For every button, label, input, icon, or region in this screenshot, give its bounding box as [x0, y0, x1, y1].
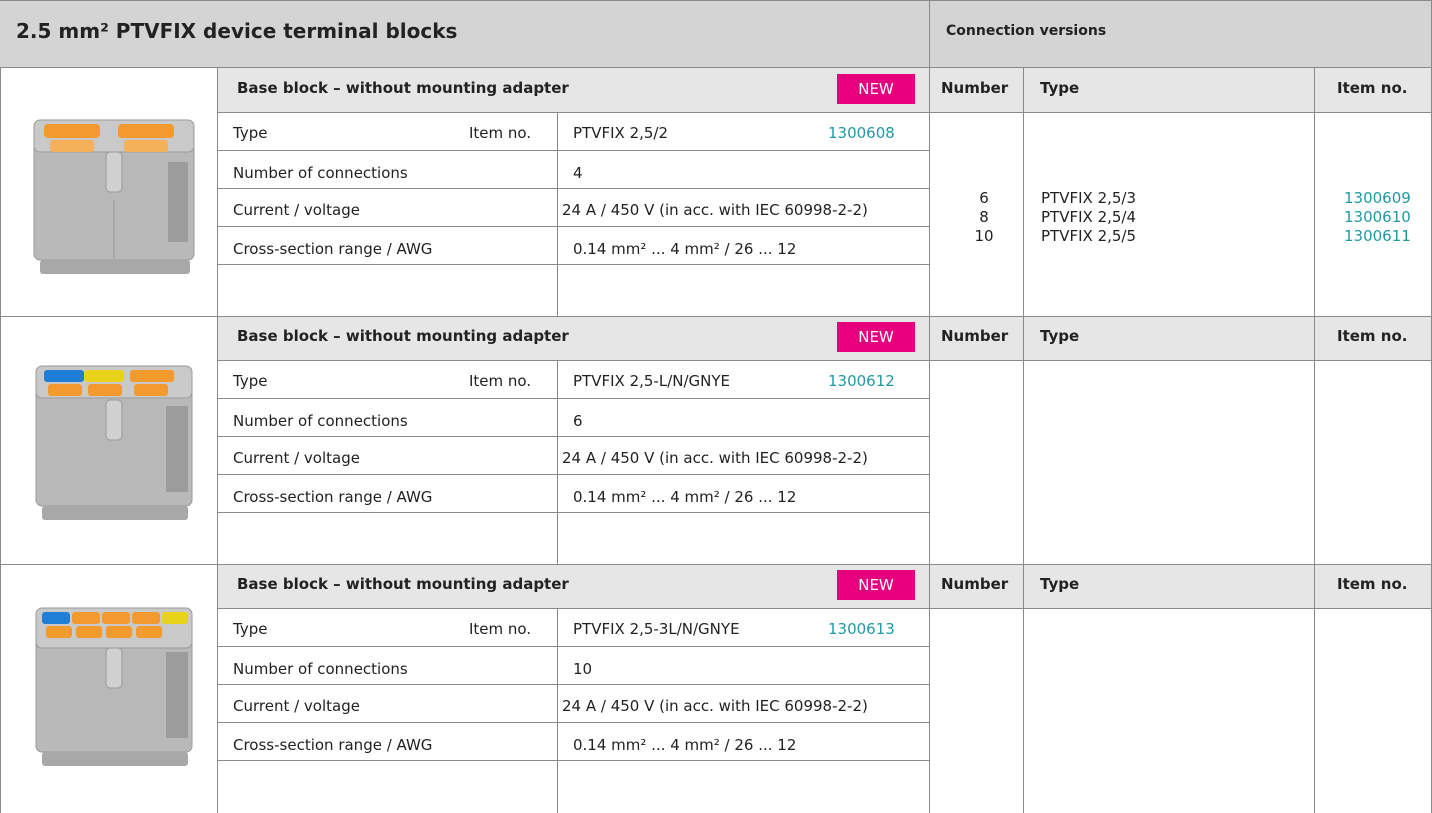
- grid-line: [217, 608, 929, 609]
- item-no-label: Item no.: [469, 372, 532, 390]
- type-label: Type: [233, 620, 268, 638]
- grid-line: [929, 360, 1432, 361]
- version-type-1: PTVFIX 2,5/3: [1041, 189, 1137, 207]
- terminal-block-image-2: [20, 336, 208, 536]
- product-section-2: Base block – without mounting adapter NE…: [0, 316, 1432, 564]
- type-value: PTVFIX 2,5/2: [573, 124, 669, 142]
- grid-line: [217, 684, 929, 685]
- connection-versions-title: Connection versions: [946, 23, 1107, 39]
- grid-line: [557, 608, 558, 813]
- grid-line: [217, 436, 929, 437]
- current-voltage-label: Current / voltage: [233, 449, 360, 467]
- terminal-block-image-3: [20, 582, 208, 782]
- cross-section-label: Cross-section range / AWG: [233, 240, 433, 258]
- current-voltage-label: Current / voltage: [233, 201, 360, 219]
- block-header: Base block – without mounting adapter: [237, 79, 569, 97]
- grid-line: [1023, 68, 1024, 813]
- versions-header-band: Number Type Item no.: [929, 316, 1432, 360]
- grid-line: [217, 112, 929, 113]
- product-section-1: Base block – without mounting adapter NE…: [0, 68, 1432, 316]
- cross-section-label: Cross-section range / AWG: [233, 488, 433, 506]
- current-voltage-value: 24 A / 450 V (in acc. with IEC 60998-2-2…: [562, 201, 868, 219]
- col-number-header: Number: [941, 79, 1009, 97]
- grid-line: [929, 0, 930, 813]
- grid-line: [0, 564, 1432, 565]
- connections-label: Number of connections: [233, 164, 408, 182]
- new-badge: NEW: [837, 322, 915, 352]
- block-header-band: Base block – without mounting adapter NE…: [217, 564, 929, 608]
- grid-line: [557, 112, 558, 317]
- version-number-1: 6: [979, 189, 989, 207]
- connection-versions-header: Connection versions: [929, 0, 1432, 68]
- cross-section-value: 0.14 mm² ... 4 mm² / 26 ... 12: [573, 488, 797, 506]
- grid-line: [217, 646, 929, 647]
- version-item-link-1[interactable]: 1300609: [1344, 189, 1411, 207]
- block-header: Base block – without mounting adapter: [237, 575, 569, 593]
- type-label: Type: [233, 124, 268, 142]
- version-number-3: 10: [974, 227, 994, 245]
- version-type-2: PTVFIX 2,5/4: [1041, 208, 1137, 226]
- grid-line: [929, 608, 1432, 609]
- connections-value: 4: [573, 164, 583, 182]
- current-voltage-value: 24 A / 450 V (in acc. with IEC 60998-2-2…: [562, 697, 868, 715]
- grid-line: [217, 150, 929, 151]
- col-type-header: Type: [1040, 327, 1080, 345]
- col-number-header: Number: [941, 575, 1009, 593]
- grid-line: [217, 188, 929, 189]
- new-badge: NEW: [837, 74, 915, 104]
- grid-line: [217, 512, 929, 513]
- type-value: PTVFIX 2,5-L/N/GNYE: [573, 372, 731, 390]
- grid-line: [0, 68, 1, 813]
- item-no-link[interactable]: 1300613: [828, 620, 895, 638]
- col-item-no-header: Item no.: [1337, 79, 1408, 97]
- connections-label: Number of connections: [233, 660, 408, 678]
- cross-section-value: 0.14 mm² ... 4 mm² / 26 ... 12: [573, 736, 797, 754]
- grid-line: [557, 360, 558, 565]
- block-header: Base block – without mounting adapter: [237, 327, 569, 345]
- terminal-block-image-1: [20, 90, 208, 290]
- grid-line: [217, 474, 929, 475]
- grid-line: [217, 360, 929, 361]
- grid-line: [929, 112, 1432, 113]
- grid-line: [0, 316, 1432, 317]
- grid-line: [217, 264, 929, 265]
- grid-line: [217, 68, 218, 813]
- page-header: 2.5 mm² PTVFIX device terminal blocks: [0, 0, 929, 68]
- current-voltage-value: 24 A / 450 V (in acc. with IEC 60998-2-2…: [562, 449, 868, 467]
- type-value: PTVFIX 2,5-3L/N/GNYE: [573, 620, 740, 638]
- connections-value: 6: [573, 412, 583, 430]
- item-no-link[interactable]: 1300608: [828, 124, 895, 142]
- col-number-header: Number: [941, 327, 1009, 345]
- page-title: 2.5 mm² PTVFIX device terminal blocks: [16, 19, 458, 43]
- current-voltage-label: Current / voltage: [233, 697, 360, 715]
- version-item-link-2[interactable]: 1300610: [1344, 208, 1411, 226]
- block-header-band: Base block – without mounting adapter NE…: [217, 316, 929, 360]
- versions-header-band: Number Type Item no.: [929, 564, 1432, 608]
- col-item-no-header: Item no.: [1337, 327, 1408, 345]
- grid-line: [217, 398, 929, 399]
- version-item-link-3[interactable]: 1300611: [1344, 227, 1411, 245]
- grid-line: [217, 722, 929, 723]
- cross-section-label: Cross-section range / AWG: [233, 736, 433, 754]
- col-type-header: Type: [1040, 79, 1080, 97]
- version-type-3: PTVFIX 2,5/5: [1041, 227, 1137, 245]
- new-badge: NEW: [837, 570, 915, 600]
- product-section-3: Base block – without mounting adapter NE…: [0, 564, 1432, 812]
- col-item-no-header: Item no.: [1337, 575, 1408, 593]
- versions-header-band: Number Type Item no.: [929, 68, 1432, 112]
- col-type-header: Type: [1040, 575, 1080, 593]
- cross-section-value: 0.14 mm² ... 4 mm² / 26 ... 12: [573, 240, 797, 258]
- version-number-2: 8: [979, 208, 989, 226]
- item-no-label: Item no.: [469, 620, 532, 638]
- item-no-link[interactable]: 1300612: [828, 372, 895, 390]
- connections-value: 10: [573, 660, 593, 678]
- grid-line: [217, 226, 929, 227]
- connections-label: Number of connections: [233, 412, 408, 430]
- grid-line: [217, 760, 929, 761]
- grid-line: [1314, 68, 1315, 813]
- type-label: Type: [233, 372, 268, 390]
- item-no-label: Item no.: [469, 124, 532, 142]
- block-header-band: Base block – without mounting adapter NE…: [217, 68, 929, 112]
